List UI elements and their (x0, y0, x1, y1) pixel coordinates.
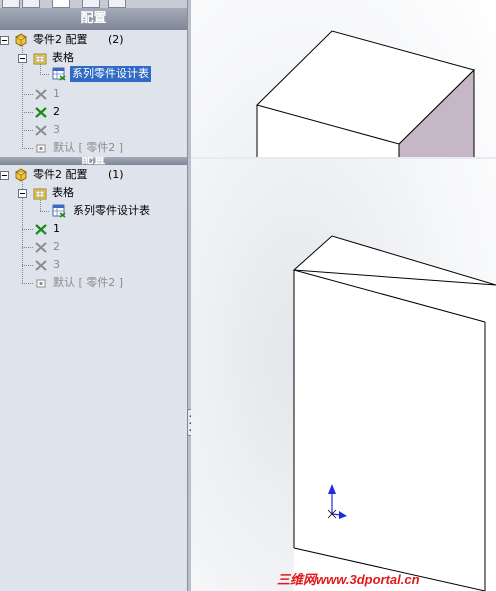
config-inactive-icon (35, 242, 47, 253)
config-label: 2 (53, 240, 60, 253)
config-label: 1 (53, 87, 60, 100)
config-label: 默认 [ 零件2 ] (53, 141, 124, 154)
model-view (191, 0, 496, 591)
config-default-icon (36, 144, 46, 153)
collapse-toggle[interactable] (0, 171, 9, 180)
design-table-label: 系列零件设计表 (70, 66, 151, 82)
config-label: 3 (53, 123, 60, 136)
config-label: 1 (53, 222, 60, 235)
config-label: 3 (53, 258, 60, 271)
graphics-viewport[interactable] (191, 0, 496, 591)
config-inactive-icon (35, 125, 47, 136)
configuration-manager-panel: 配置 零件2 配置 (2) 表格 系列零件设计表 1 2 3 默认 [零件2 … (0, 0, 187, 591)
collapse-toggle[interactable] (18, 54, 27, 63)
collapse-toggle[interactable] (0, 36, 9, 45)
part-configuration-icon (14, 168, 28, 182)
site-watermark: 三维网www.3dportal.cn (277, 572, 420, 587)
config-default-icon (36, 279, 46, 288)
config-inactive-icon (35, 260, 47, 271)
tables-folder-icon (33, 188, 47, 200)
design-table-label: 系列零件设计表 (73, 204, 150, 217)
configuration-manager-tab[interactable] (52, 0, 70, 8)
second-capture-header: 配置 (0, 157, 187, 165)
config-count: (1) (108, 168, 124, 181)
manager-tab-strip (0, 0, 187, 8)
config-active-icon (35, 224, 47, 235)
config-inactive-icon (35, 89, 47, 100)
config-root-name: 零件2 配置 (33, 33, 88, 46)
tables-folder-label: 表格 (52, 51, 74, 64)
design-table-icon (52, 67, 66, 81)
property-manager-tab[interactable] (22, 0, 40, 8)
config-label: 2 (53, 105, 60, 118)
panel-title: 配置 (0, 8, 187, 30)
config-label: 默认 [ 零件2 ] (53, 276, 124, 289)
collapse-toggle[interactable] (18, 189, 27, 198)
feature-manager-tab[interactable] (2, 0, 20, 8)
tables-folder-icon (33, 53, 47, 65)
panel-title-partial: 配置 (81, 157, 106, 165)
design-table-icon (52, 204, 66, 218)
config-active-icon (35, 107, 47, 118)
tables-folder-label: 表格 (52, 186, 74, 199)
capture-divider (191, 157, 496, 159)
part-configuration-icon (14, 33, 28, 47)
dimxpert-tab[interactable] (82, 0, 100, 8)
config-count: (2) (108, 33, 124, 46)
config-root-name: 零件2 配置 (33, 168, 88, 181)
display-manager-tab[interactable] (108, 0, 126, 8)
part-block-bottom (292, 235, 496, 591)
